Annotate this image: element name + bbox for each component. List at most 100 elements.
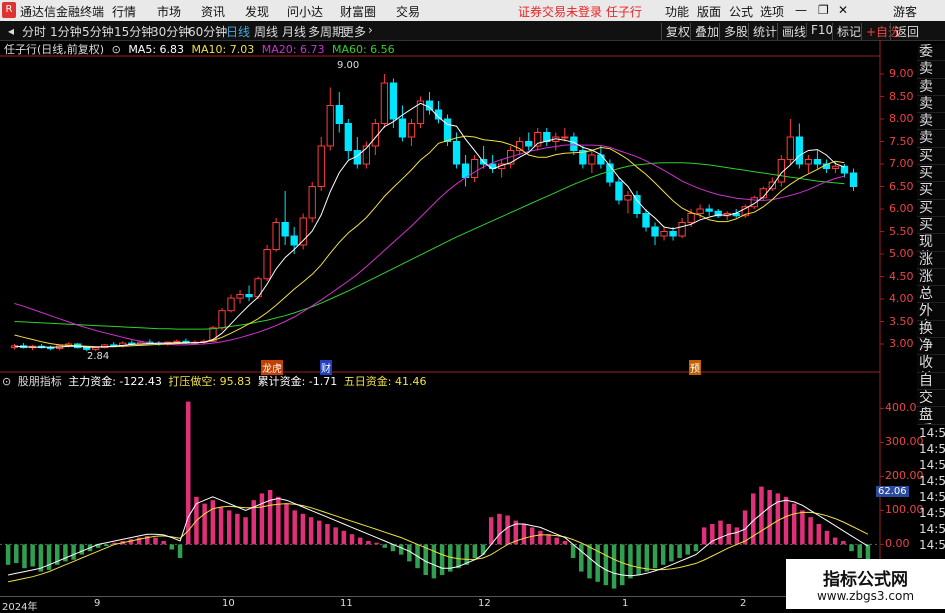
candle [173, 340, 181, 343]
candle [696, 208, 704, 214]
indicator-bar [300, 513, 306, 545]
indicator-bar [841, 541, 846, 545]
yu-marker[interactable]: 预 [689, 360, 701, 375]
candle [326, 105, 334, 147]
price-tick-label: 7.00 [889, 157, 914, 170]
price-tick-label: 4.00 [889, 292, 914, 305]
indicator-settings-icon[interactable]: ⊙ [0, 375, 11, 388]
indicator-bar [791, 503, 797, 545]
indicator-bar [660, 544, 666, 565]
indicator-bar [562, 541, 568, 545]
candle [218, 310, 226, 329]
side-panel-item: 收益 [917, 355, 945, 373]
candle [705, 208, 713, 212]
indicator-bar [153, 537, 158, 545]
ma20-line [14, 144, 845, 346]
candle [624, 195, 632, 201]
price-tick-label: 8.50 [889, 89, 914, 103]
candle [660, 231, 668, 237]
indicator-tick-label: 0.00 [885, 537, 910, 551]
candle [669, 231, 677, 237]
date-axis: 2024年 9 10 11 12 1 2 [0, 596, 880, 613]
indicator-bar [407, 544, 412, 562]
indicator-bar [611, 544, 617, 589]
indicator-bar [456, 544, 461, 569]
candle [470, 159, 479, 178]
side-panel-item: 14:56 [919, 473, 945, 488]
indicator-bar [619, 544, 625, 586]
indicator-bar [30, 544, 35, 567]
side-panel-item: 卖三 [917, 95, 945, 114]
indicator-bar [603, 544, 609, 586]
candle [380, 82, 389, 124]
ma60-line [14, 162, 845, 330]
indicator-bar [46, 544, 52, 570]
indicator-bar [71, 544, 76, 560]
watermark: 指标公式网 www.zbgs3.com [786, 559, 945, 609]
side-panel-item[interactable]: 盘后 [917, 407, 945, 425]
indicator-bar [5, 544, 11, 565]
side-panel-item: 14:56 [919, 425, 945, 440]
ma10-line [14, 135, 845, 348]
candle [525, 141, 533, 147]
indicator-bar [628, 544, 633, 579]
candle [786, 136, 794, 160]
candle [687, 213, 695, 223]
candle [344, 123, 352, 151]
side-panel-item[interactable]: 交易 [917, 389, 945, 408]
candle [227, 297, 235, 312]
candle [236, 294, 244, 299]
side-panel-item: 卖四 [917, 78, 945, 96]
kline-chart[interactable] [0, 0, 945, 609]
indicator-bar [701, 527, 707, 545]
indicator-bar [243, 517, 248, 545]
indicator-bar [382, 544, 388, 548]
side-panel-item[interactable]: 自动 [917, 372, 945, 390]
price-tick-label: 8.00 [889, 112, 914, 125]
candle [92, 347, 100, 350]
candle [615, 181, 623, 201]
indicator-bar [226, 510, 232, 545]
indicator-bar [767, 490, 772, 545]
indicator-bar [210, 500, 216, 545]
date-label: 12 [478, 598, 491, 609]
indicator-bar [783, 496, 789, 545]
indicator-bar [505, 515, 510, 545]
candle [46, 347, 55, 350]
side-panel-item: 委比 [917, 44, 945, 62]
indicator-info-line: ⊙ 股朋指标 主力资金: -122.43 打压做空: 95.83 累计资金: -… [0, 373, 429, 388]
indicator-bar [546, 534, 551, 545]
indicator-bar [235, 513, 240, 545]
indicator-bar [308, 517, 314, 545]
candle [606, 163, 614, 183]
side-panel-item: 外盘 [917, 303, 945, 321]
side-panel-item: 涨幅 [917, 268, 945, 287]
indicator-bar [554, 537, 559, 545]
candle [245, 294, 253, 298]
candle [849, 172, 858, 187]
indicator-bar [284, 503, 289, 545]
zhuli-value: 主力资金: -122.43 [68, 375, 162, 388]
side-panel-item: 现价 [917, 234, 945, 252]
price-tick-label: 4.50 [889, 269, 914, 283]
leiji-value: 累计资金: -1.71 [257, 375, 338, 388]
side-panel-item: 换手 [917, 320, 945, 339]
indicator-bar [718, 520, 723, 545]
side-panel-item: 14:56 [919, 537, 945, 552]
watermark-url: www.zbgs3.com [816, 589, 915, 603]
price-tick-label: 6.50 [889, 179, 914, 193]
indicator-bar [128, 539, 134, 545]
indicator-bar [538, 530, 543, 545]
candle [642, 213, 650, 228]
candle [290, 235, 298, 246]
candle [633, 195, 641, 214]
indicator-bar [472, 544, 478, 558]
candle [813, 159, 822, 165]
indicator-bar [104, 544, 109, 547]
side-panel-item: 涨跌 [917, 251, 945, 269]
indicator-bar [169, 544, 175, 550]
price-tick-label: 6.00 [889, 202, 914, 215]
candle [281, 222, 289, 237]
indicator-current-badge: 62.06 [876, 486, 909, 497]
indicator-bar [685, 544, 691, 555]
